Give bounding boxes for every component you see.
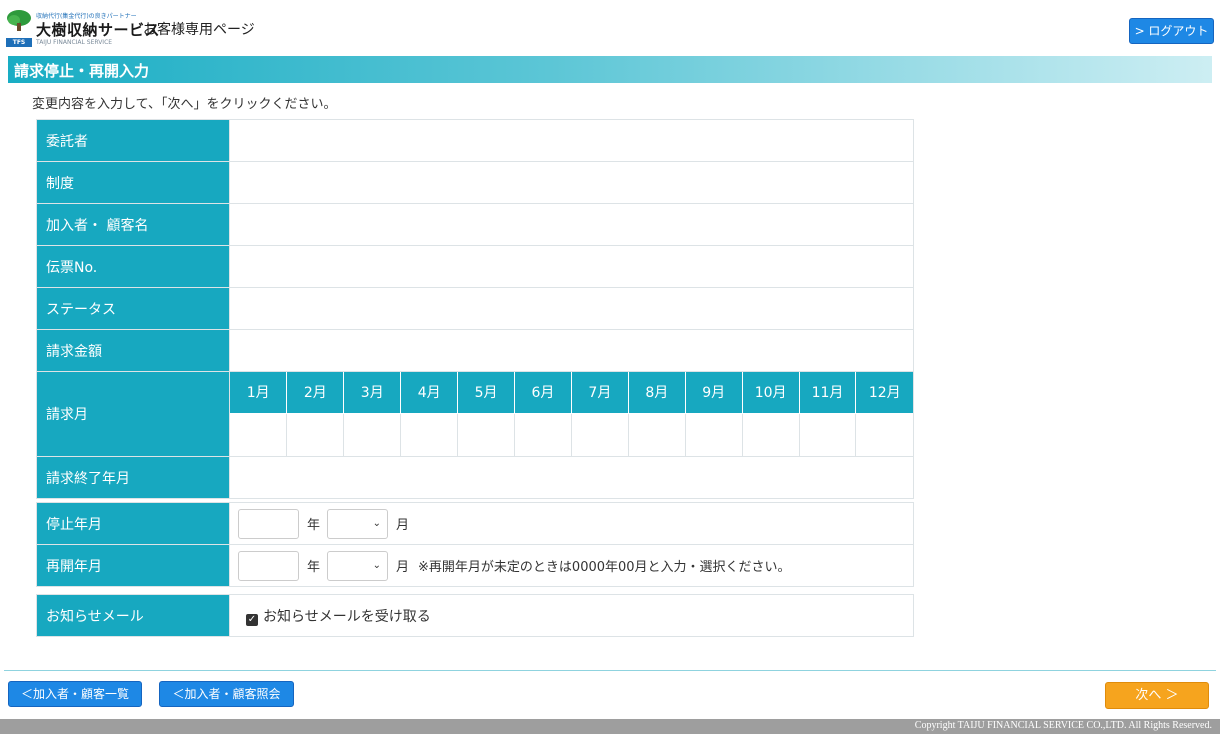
resume-month-select[interactable]: ⌄ — [327, 550, 389, 581]
month-header-6: 6月 — [514, 372, 572, 414]
month-header-7: 7月 — [570, 372, 629, 414]
tree-logo-icon — [7, 10, 31, 31]
month-header-11: 11月 — [798, 372, 857, 414]
resume-note: ※再開年月が未定のときは0000年00月と入力・選択ください。 — [418, 560, 791, 575]
resume-year-input[interactable] — [238, 550, 299, 581]
copyright-text: Copyright TAIJU FINANCIAL SERVICE CO.,LT… — [914, 720, 1212, 731]
mail-checkbox[interactable]: ✓ — [246, 613, 258, 626]
consignor-value — [229, 119, 914, 162]
month-value-7 — [570, 412, 629, 456]
customer-list-button[interactable]: ＜加入者・顧客一覧 — [8, 681, 142, 707]
month-value-6 — [514, 412, 572, 456]
month-header-12: 12月 — [855, 372, 913, 414]
customer-reference-button[interactable]: ＜加入者・顧客照会 — [159, 681, 294, 707]
month-header-10: 10月 — [741, 372, 800, 414]
chevron-down-icon: ⌄ — [372, 517, 382, 529]
mail-checkbox-label[interactable]: お知らせメールを受け取る — [263, 609, 431, 625]
page-label: お客様専用ページ — [143, 22, 255, 38]
month-header-8: 8月 — [627, 372, 686, 414]
slip-no-label: 伝票No. — [36, 245, 230, 288]
stop-month-cell: 年 ⌄ 月 — [229, 502, 914, 545]
resume-month-cell: 年 ⌄ 月 ※再開年月が未定のときは0000年00月と入力・選択ください。 — [229, 544, 914, 587]
end-month-label: 請求終了年月 — [36, 456, 230, 499]
system-label: 制度 — [36, 161, 230, 204]
month-value-8 — [627, 412, 686, 456]
table-row: ステータス — [36, 287, 914, 330]
customer-name-value — [229, 203, 914, 246]
table-row: お知らせメール ✓ お知らせメールを受け取る — [36, 594, 914, 637]
end-month-value — [229, 456, 914, 499]
logo-name: 大樹収納サービス — [36, 21, 161, 39]
mail-table: お知らせメール ✓ お知らせメールを受け取る — [36, 594, 914, 637]
resume-month-label: 再開年月 — [36, 544, 230, 587]
customer-name-label: 加入者・ 顧客名 — [36, 203, 230, 246]
logo-badge: TFS — [6, 38, 32, 47]
month-header-3: 3月 — [343, 372, 402, 414]
month-value-4 — [400, 412, 459, 456]
page-title-bar: 請求停止・再開入力 — [8, 56, 1212, 83]
month-unit: 月 — [396, 560, 410, 575]
logo: TFS 収納代行(集金代行)の良きパートナー 大樹収納サービス TAIJU FI… — [6, 10, 160, 48]
consignor-label: 委託者 — [36, 119, 230, 162]
month-value-9 — [684, 412, 743, 456]
month-value-5 — [457, 412, 516, 456]
table-row: 加入者・ 顧客名 — [36, 203, 914, 246]
month-value-2 — [286, 412, 345, 456]
table-row: 再開年月 年 ⌄ 月 ※再開年月が未定のときは0000年00月と入力・選択くださ… — [36, 544, 914, 587]
divider — [4, 670, 1216, 671]
page-title: 請求停止・再開入力 — [14, 62, 150, 80]
month-header-2: 2月 — [286, 372, 345, 414]
header: TFS 収納代行(集金代行)の良きパートナー 大樹収納サービス TAIJU FI… — [0, 0, 1220, 52]
month-header-9: 9月 — [684, 372, 743, 414]
amount-value — [229, 329, 914, 372]
month-header-row: 1月 2月 3月 4月 5月 6月 7月 8月 9月 10月 11月 12月 — [230, 372, 913, 414]
status-value — [229, 287, 914, 330]
table-row: 停止年月 年 ⌄ 月 — [36, 502, 914, 545]
instruction-text: 変更内容を入力して、「次へ」をクリックください。 — [32, 97, 337, 112]
table-row: 伝票No. — [36, 245, 914, 288]
mail-cell: ✓ お知らせメールを受け取る — [229, 594, 914, 637]
month-value-3 — [343, 412, 402, 456]
month-header-1: 1月 — [230, 372, 288, 414]
month-header-4: 4月 — [400, 372, 459, 414]
slip-no-value — [229, 245, 914, 288]
billing-month-grid: 1月 2月 3月 4月 5月 6月 7月 8月 9月 10月 11月 12月 — [229, 371, 914, 457]
input-table: 停止年月 年 ⌄ 月 再開年月 年 ⌄ 月 ※再開年月が未定のときは0000年0… — [36, 502, 914, 587]
table-row: 請求月 1月 2月 3月 4月 5月 6月 7月 8月 9月 10月 11月 12月 — [36, 371, 914, 457]
table-row: 制度 — [36, 161, 914, 204]
amount-label: 請求金額 — [36, 329, 230, 372]
table-row: 請求金額 — [36, 329, 914, 372]
months-table: 1月 2月 3月 4月 5月 6月 7月 8月 9月 10月 11月 12月 — [230, 372, 913, 456]
month-value-1 — [230, 412, 288, 456]
month-header-5: 5月 — [457, 372, 516, 414]
year-unit: 年 — [307, 518, 321, 533]
month-value-row — [230, 412, 913, 456]
status-label: ステータス — [36, 287, 230, 330]
logout-button[interactable]: > ログアウト — [1129, 18, 1214, 44]
chevron-down-icon: ⌄ — [372, 559, 382, 571]
stop-year-input[interactable] — [238, 508, 299, 539]
billing-month-label: 請求月 — [36, 371, 230, 457]
table-row: 請求終了年月 — [36, 456, 914, 499]
next-button[interactable]: 次へ ＞ — [1105, 682, 1209, 709]
mail-label: お知らせメール — [36, 594, 230, 637]
footer: Copyright TAIJU FINANCIAL SERVICE CO.,LT… — [0, 719, 1220, 734]
info-table: 委託者 制度 加入者・ 顧客名 伝票No. ステータス 請求金額 請求月 1月 2… — [36, 119, 914, 499]
stop-month-select[interactable]: ⌄ — [327, 508, 389, 539]
month-value-11 — [798, 412, 857, 456]
logo-subtitle: TAIJU FINANCIAL SERVICE — [36, 39, 113, 46]
stop-month-label: 停止年月 — [36, 502, 230, 545]
table-row: 委託者 — [36, 119, 914, 162]
year-unit: 年 — [307, 560, 321, 575]
system-value — [229, 161, 914, 204]
month-value-10 — [741, 412, 800, 456]
month-unit: 月 — [396, 518, 410, 533]
month-value-12 — [855, 412, 913, 456]
